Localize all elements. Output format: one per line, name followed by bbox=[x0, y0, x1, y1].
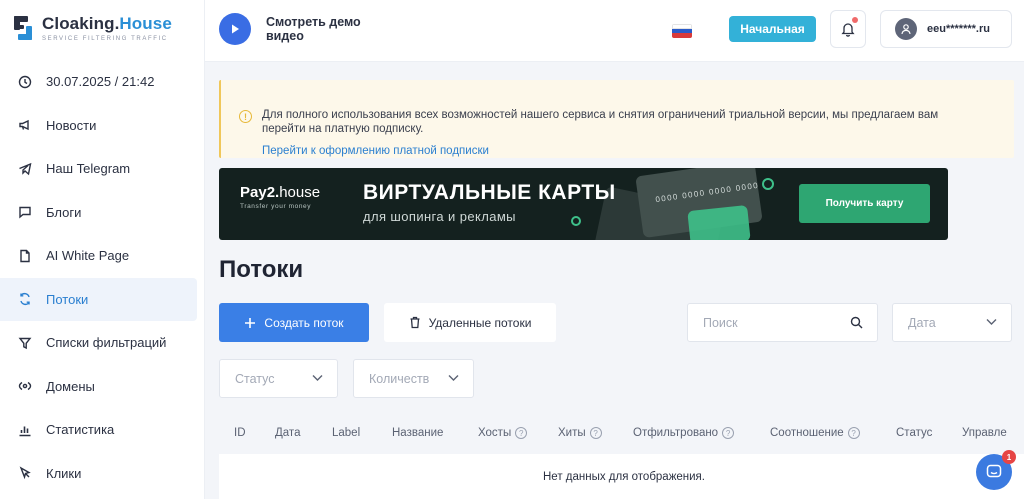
help-icon[interactable]: ? bbox=[847, 427, 860, 439]
chart-icon bbox=[18, 423, 32, 437]
banner-subtitle: для шопинга и рекламы bbox=[363, 209, 516, 224]
chat-icon bbox=[18, 205, 32, 219]
sidebar-item-label: Списки фильтраций bbox=[46, 335, 167, 351]
sidebar-item-ai-white-page[interactable]: AI White Page bbox=[0, 234, 205, 278]
sidebar-item-label: Наш Telegram bbox=[46, 161, 131, 177]
sidebar-nav: 30.07.2025 / 21:42 Новости Наш Telegram … bbox=[0, 60, 205, 495]
language-flag-icon[interactable] bbox=[672, 24, 692, 38]
sidebar-item-label: Домены bbox=[46, 378, 95, 394]
filter-icon bbox=[18, 336, 32, 350]
sidebar-item-blogs[interactable]: Блоги bbox=[0, 191, 205, 235]
logo-subtitle: SERVICE FILTERING TRAFFIC bbox=[42, 36, 168, 42]
warning-icon: ! bbox=[239, 110, 252, 123]
column-hosts[interactable]: Хосты? bbox=[478, 427, 528, 439]
create-flow-button[interactable]: Создать поток bbox=[219, 303, 369, 342]
sidebar-item-label: Новости bbox=[46, 117, 97, 133]
top-header: Смотреть демо видео Начальная eeu*******… bbox=[205, 0, 1024, 62]
notification-dot bbox=[852, 17, 858, 23]
sidebar-item-domains[interactable]: Домены bbox=[0, 365, 205, 409]
sidebar-item-label: Клики bbox=[46, 465, 82, 481]
chevron-down-icon bbox=[448, 375, 459, 381]
chat-badge: 1 bbox=[1002, 450, 1016, 464]
play-icon bbox=[232, 24, 239, 34]
plus-icon bbox=[245, 317, 256, 328]
status-select[interactable]: Статус bbox=[219, 359, 338, 398]
demo-video-label[interactable]: Смотреть демо видео bbox=[266, 15, 366, 43]
count-select[interactable]: Количеств bbox=[353, 359, 474, 398]
table-empty-row: Нет данных для отображения. bbox=[219, 454, 1024, 499]
user-email: eeu*******.ru bbox=[927, 23, 990, 35]
logo[interactable]: Cloaking.House SERVICE FILTERING TRAFFIC bbox=[12, 14, 172, 42]
column-filtered[interactable]: Отфильтровано? bbox=[633, 427, 735, 439]
bell-icon bbox=[841, 23, 855, 37]
subscription-link[interactable]: Перейти к оформлению платной подписки bbox=[262, 145, 489, 157]
search-input[interactable] bbox=[703, 315, 843, 330]
flows-icon bbox=[18, 292, 32, 306]
telegram-icon bbox=[18, 162, 32, 176]
cursor-icon bbox=[18, 466, 32, 480]
sidebar-item-label: AI White Page bbox=[46, 248, 130, 264]
megaphone-icon bbox=[18, 118, 32, 132]
column-date[interactable]: Дата bbox=[275, 427, 300, 439]
table-header: ID Дата Label Название Хосты? Хиты? Отфи… bbox=[219, 414, 1024, 450]
deleted-flows-button[interactable]: Удаленные потоки bbox=[384, 303, 556, 342]
sidebar-item-label: Статистика bbox=[46, 422, 115, 438]
get-card-button[interactable]: Получить карту bbox=[799, 184, 930, 223]
user-icon bbox=[901, 24, 911, 35]
notifications-button[interactable] bbox=[830, 10, 866, 48]
banner-title: ВИРТУАЛЬНЫЕ КАРТЫ bbox=[363, 181, 616, 204]
help-icon[interactable]: ? bbox=[589, 427, 602, 439]
sidebar-item-flows[interactable]: Потоки bbox=[0, 277, 197, 321]
document-icon bbox=[18, 249, 32, 263]
page-title: Потоки bbox=[219, 256, 304, 283]
column-label[interactable]: Label bbox=[332, 427, 360, 439]
support-chat-button[interactable]: 1 bbox=[976, 450, 1016, 490]
sidebar-item-label: Потоки bbox=[46, 291, 89, 307]
help-icon[interactable]: ? bbox=[515, 427, 528, 439]
logo-mark-icon bbox=[12, 14, 34, 42]
search-field[interactable] bbox=[687, 303, 878, 342]
trial-alert: ! Для полного использования всех возможн… bbox=[219, 80, 1014, 158]
avatar bbox=[895, 18, 917, 40]
chevron-down-icon bbox=[986, 319, 997, 325]
home-button[interactable]: Начальная bbox=[729, 16, 816, 42]
help-icon[interactable]: ? bbox=[722, 427, 735, 439]
date-select[interactable]: Дата bbox=[892, 303, 1012, 342]
sidebar-item-label: 30.07.2025 / 21:42 bbox=[46, 74, 155, 90]
trash-icon bbox=[410, 316, 420, 329]
ring-decoration bbox=[571, 216, 581, 226]
sidebar-item-label: Блоги bbox=[46, 204, 82, 220]
sidebar: Cloaking.House SERVICE FILTERING TRAFFIC… bbox=[0, 0, 205, 499]
sidebar-item-filter-lists[interactable]: Списки фильтраций bbox=[0, 321, 205, 365]
banner-brand: Pay2.house Transfer your money bbox=[240, 184, 321, 210]
alert-text: Для полного использования всех возможнос… bbox=[262, 109, 939, 135]
ring-decoration bbox=[762, 178, 774, 190]
column-status[interactable]: Статус bbox=[896, 427, 932, 439]
domain-icon bbox=[18, 379, 32, 393]
chat-bubble-icon bbox=[986, 464, 1002, 478]
chevron-down-icon bbox=[312, 375, 323, 381]
card-graphic bbox=[687, 204, 751, 240]
play-demo-button[interactable] bbox=[219, 13, 251, 45]
column-actions[interactable]: Управле bbox=[962, 427, 1007, 439]
main-content: ! Для полного использования всех возможн… bbox=[205, 62, 1024, 499]
user-menu[interactable]: eeu*******.ru bbox=[880, 10, 1012, 48]
sidebar-item-telegram[interactable]: Наш Telegram bbox=[0, 147, 205, 191]
sidebar-item-news[interactable]: Новости bbox=[0, 104, 205, 148]
sidebar-item-statistics[interactable]: Статистика bbox=[0, 408, 205, 452]
pay2house-banner[interactable]: Pay2.house Transfer your money 0000 0000… bbox=[219, 168, 948, 240]
clock-icon bbox=[18, 75, 32, 89]
search-icon[interactable] bbox=[850, 316, 863, 329]
sidebar-item-datetime[interactable]: 30.07.2025 / 21:42 bbox=[0, 60, 205, 104]
logo-title: Cloaking.House bbox=[42, 14, 172, 33]
column-id[interactable]: ID bbox=[234, 427, 246, 439]
column-ratio[interactable]: Соотношение? bbox=[770, 427, 860, 439]
column-name[interactable]: Название bbox=[392, 427, 443, 439]
sidebar-item-clicks[interactable]: Клики bbox=[0, 452, 205, 496]
column-hits[interactable]: Хиты? bbox=[558, 427, 602, 439]
